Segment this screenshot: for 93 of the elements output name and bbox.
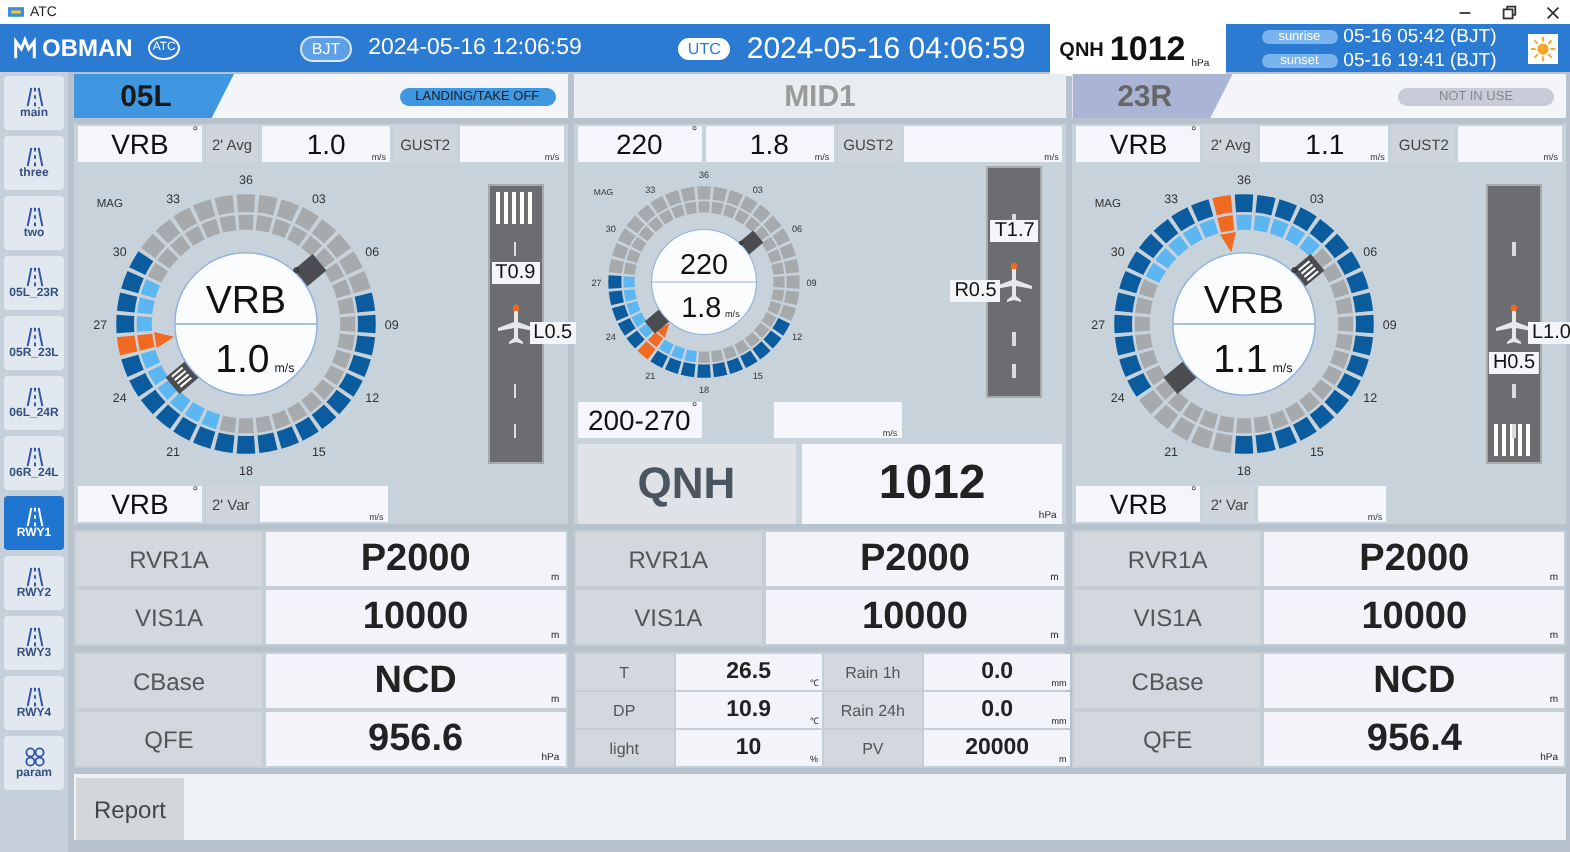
report-button[interactable]: Report — [76, 778, 185, 840]
runway-icon — [23, 386, 45, 408]
crosswind-label: T1.7 — [990, 220, 1039, 242]
unit-label: ° — [292, 265, 301, 288]
app-icon — [8, 4, 24, 20]
crosswind-label: H0.5 — [1488, 352, 1540, 374]
airplane-icon — [1494, 300, 1534, 348]
runway-icon — [23, 146, 45, 168]
center-speed: 1.0 — [215, 338, 270, 382]
field-value: P2000 — [1359, 537, 1470, 581]
runway-icon — [23, 86, 45, 108]
field-label: VIS1A — [575, 590, 762, 644]
center-direction: VRB — [1204, 279, 1285, 324]
crosswind-label: T0.9 — [491, 262, 540, 284]
station-title: MID1 — [784, 79, 856, 113]
wind-direction: VRB — [111, 128, 169, 160]
field-value: 10000 — [1361, 595, 1468, 639]
sunrise-time: 05-16 05:42 (BJT) — [1343, 25, 1497, 47]
runway-icon — [23, 266, 45, 288]
field-value: 20000 — [965, 736, 1030, 760]
local-time: 2024-05-16 12:06:59 — [368, 36, 582, 60]
field-label: CBase — [76, 654, 262, 708]
qnh-label: QNH — [1059, 39, 1104, 61]
runway-icon — [23, 626, 45, 648]
field-label: VIS1A — [76, 590, 262, 644]
field-value: 956.6 — [368, 717, 464, 761]
field-value: P2000 — [860, 537, 970, 581]
field-value: P2000 — [360, 537, 471, 581]
center-direction: 220 — [679, 250, 728, 283]
field-value: 0.0 — [981, 660, 1014, 684]
field-label: RVR1A — [575, 532, 762, 586]
field-value: NCD — [1373, 659, 1456, 703]
crosswind-label: R0.5 — [950, 280, 1001, 302]
field-label: RVR1A — [1074, 532, 1261, 586]
qnh-value: 1012 — [1109, 30, 1186, 70]
field-label: CBase — [1074, 654, 1261, 708]
center-direction: VRB — [205, 279, 287, 324]
crosswind-label: L1.0 — [1528, 322, 1570, 344]
runway-icon — [23, 446, 45, 468]
field-value: 10 — [735, 736, 762, 760]
unit-label: ° — [1290, 265, 1299, 288]
unit-label: ° — [737, 236, 744, 255]
qnh-label: QNH — [577, 444, 796, 524]
center-speed: 1.8 — [680, 293, 721, 326]
field-label: DP — [575, 692, 674, 728]
wind-speed: 1.1 — [1305, 128, 1345, 160]
wind-speed: 1.0 — [306, 128, 346, 160]
field-value: 10000 — [362, 595, 469, 639]
sunset-time: 05-16 19:41 (BJT) — [1343, 49, 1497, 71]
variable-direction: VRB — [111, 488, 169, 520]
field-label: light — [575, 730, 674, 766]
zone-label: BJT — [299, 35, 353, 61]
airplane-icon — [994, 258, 1035, 306]
field-label: Rain 1h — [823, 654, 922, 690]
crosswind-label: L0.5 — [529, 322, 577, 344]
field-value: 956.4 — [1366, 717, 1462, 761]
wind-dial — [174, 252, 318, 396]
wind-dial — [650, 229, 757, 335]
variable-direction: VRB — [1109, 488, 1168, 520]
field-label: QFE — [76, 712, 262, 766]
variable-direction: 200-270 — [587, 404, 691, 436]
field-value: 10000 — [862, 595, 968, 639]
runway-marker — [644, 308, 670, 334]
field-label: PV — [823, 730, 922, 766]
wind-direction: 220 — [615, 128, 663, 160]
center-speed: 1.1 — [1213, 338, 1269, 382]
field-label: VIS1A — [1074, 590, 1261, 644]
logo: OBMAN — [42, 34, 133, 62]
wind-direction: VRB — [1109, 128, 1168, 160]
zone-label: UTC — [677, 37, 731, 59]
grid-icon — [23, 746, 45, 768]
wind-speed: 1.8 — [749, 128, 789, 160]
field-value: 10.9 — [726, 698, 771, 722]
field-value: 26.5 — [726, 660, 771, 684]
close-icon[interactable] — [1544, 3, 1562, 21]
field-value: 0.0 — [981, 698, 1014, 722]
field-label: QFE — [1074, 712, 1261, 766]
runway-icon — [23, 326, 45, 348]
runway-icon — [23, 506, 45, 528]
runway-icon — [23, 566, 45, 588]
utc-time: 2024-05-16 04:06:59 — [746, 31, 1026, 65]
field-label: RVR1A — [76, 532, 262, 586]
runway-tab[interactable]: 05L — [74, 74, 234, 118]
field-value: NCD — [374, 659, 457, 703]
restore-icon[interactable] — [1500, 3, 1518, 21]
logo-icon — [12, 35, 38, 61]
airplane-icon — [495, 300, 536, 348]
sun-icon[interactable] — [1528, 33, 1558, 63]
field-label: T — [575, 654, 674, 690]
qnh-value: 1012 — [878, 456, 986, 512]
runway-icon — [23, 206, 45, 228]
field-label: Rain 24h — [823, 692, 922, 728]
runway-icon — [23, 686, 45, 708]
